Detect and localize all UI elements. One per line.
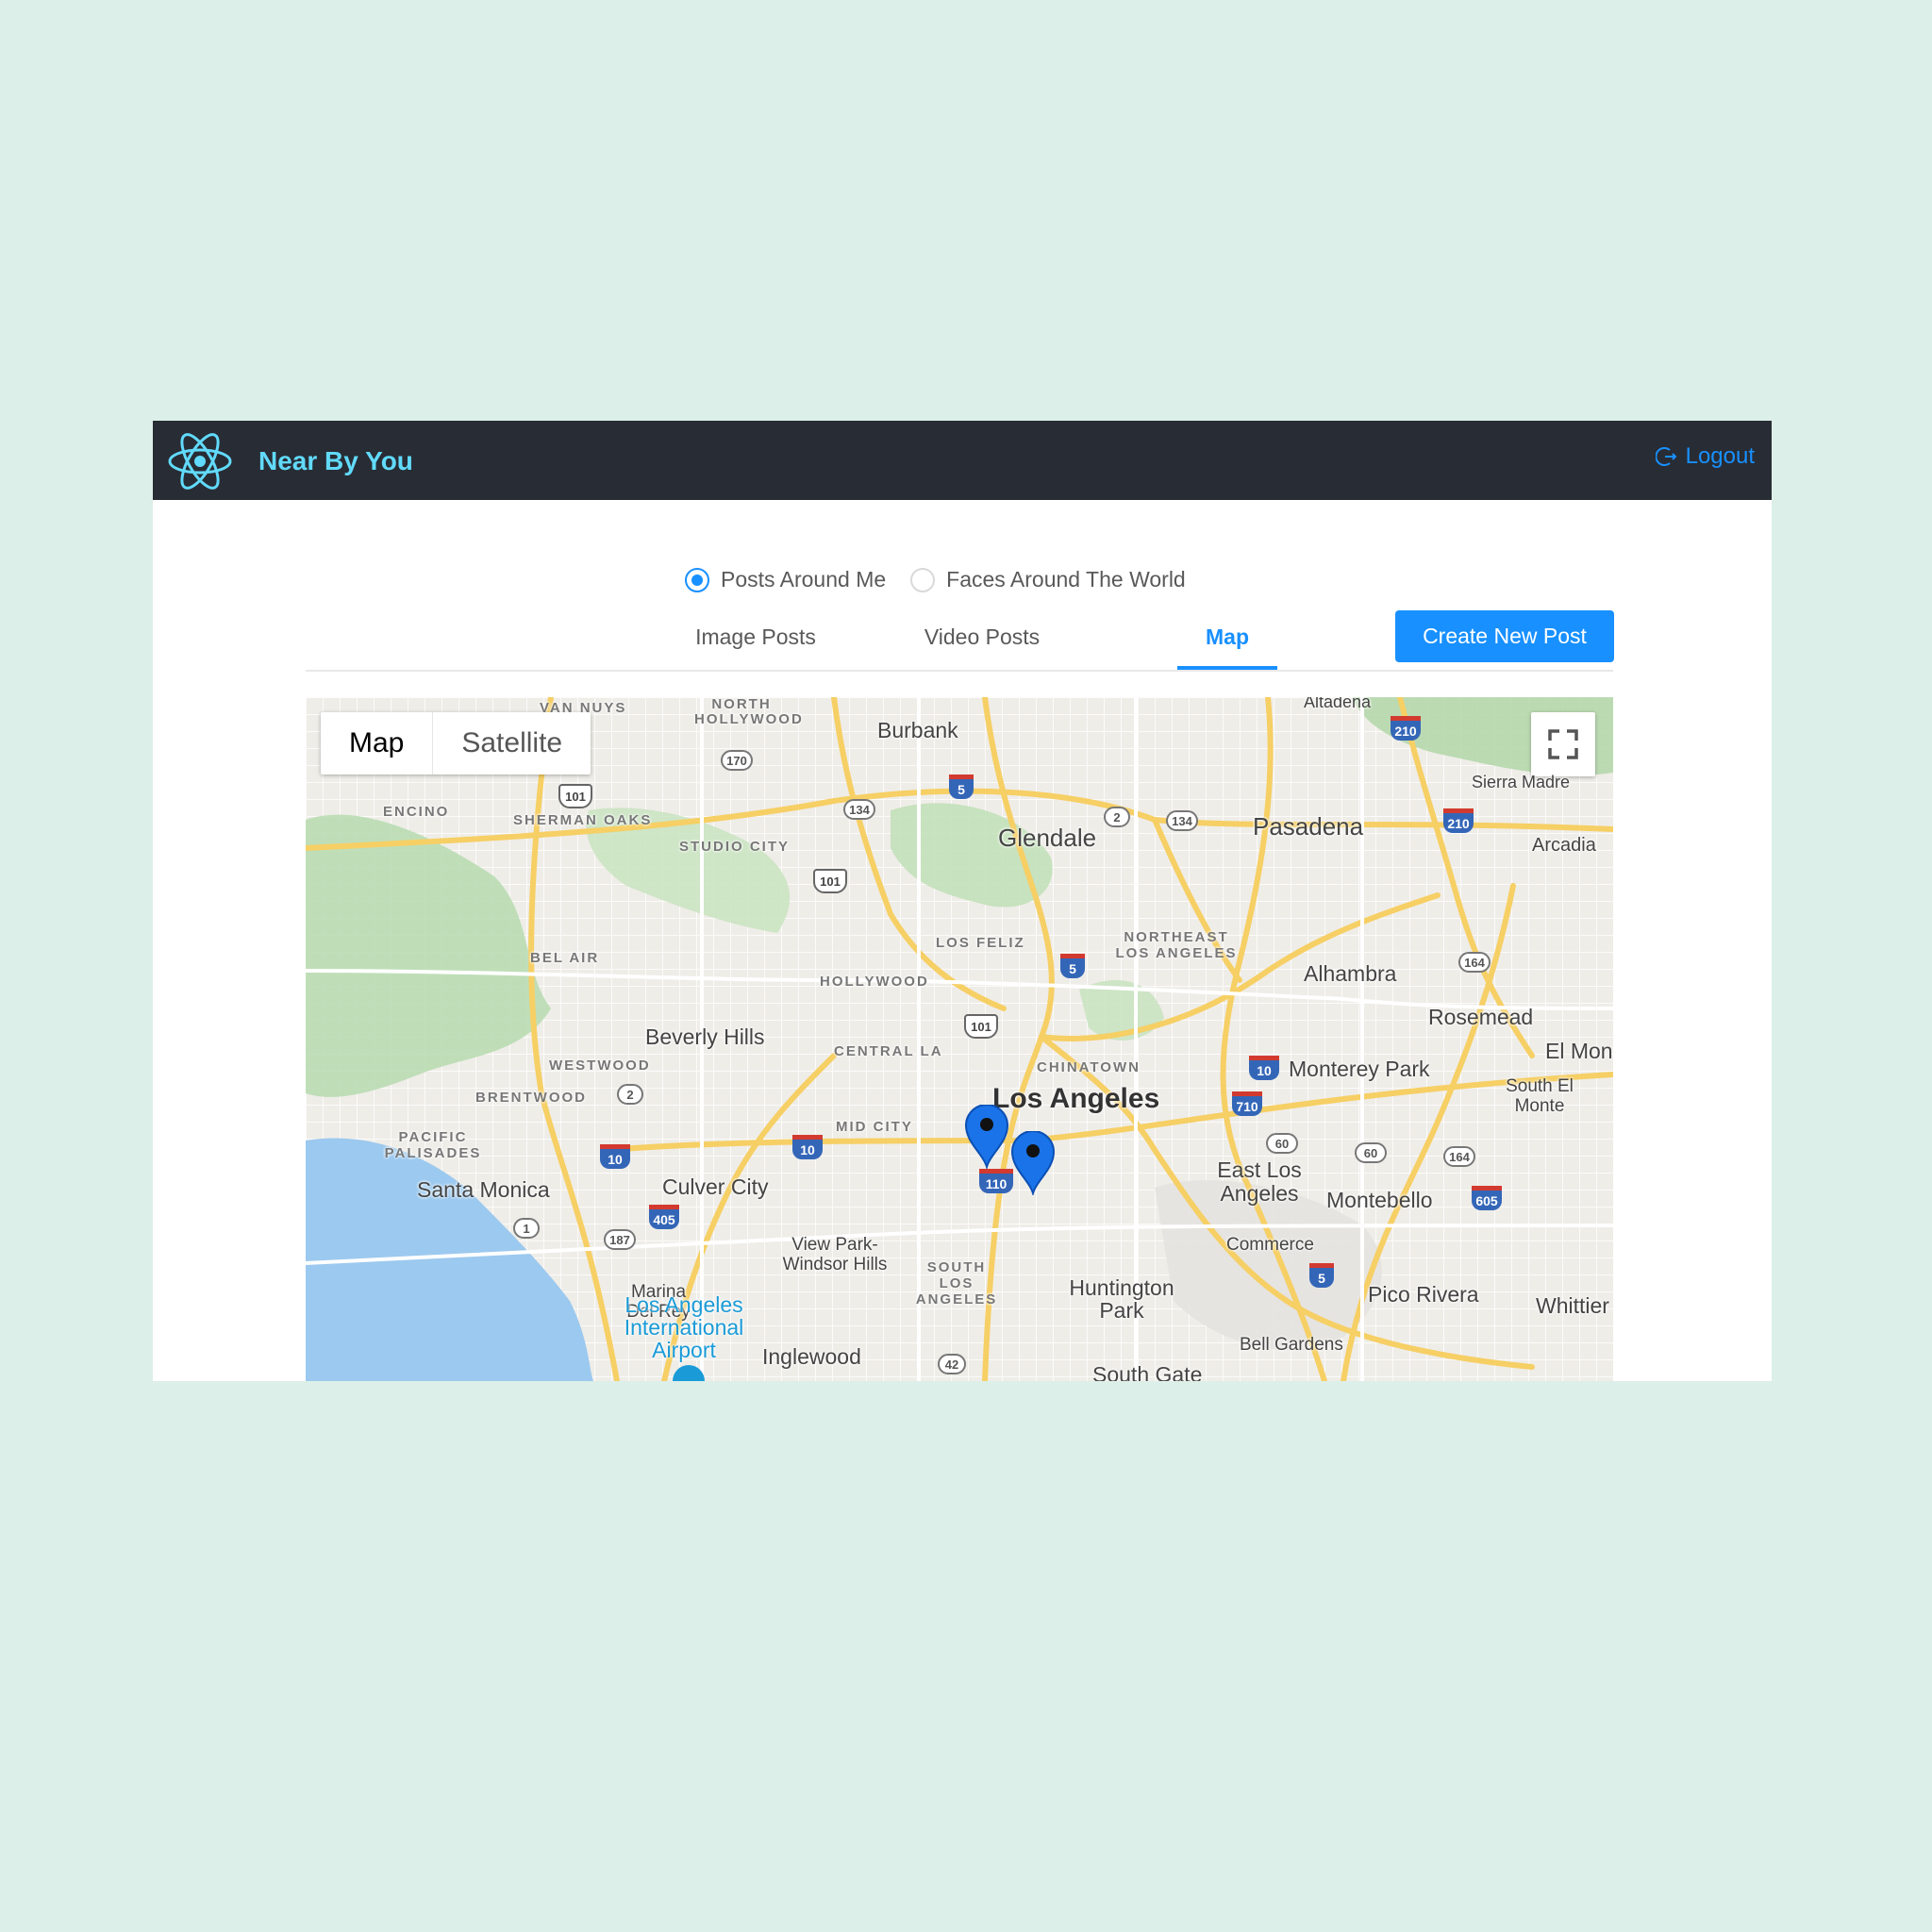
map-label-pacific-palisades: PACIFIC PALISADES bbox=[384, 1129, 482, 1161]
highway-shield-icon: 110 bbox=[979, 1169, 1013, 1193]
map-label-whittier: Whittier bbox=[1536, 1293, 1609, 1318]
map-label-central-la: CENTRAL LA bbox=[834, 1043, 943, 1059]
map-label-view-park: View Park-Windsor Hills bbox=[782, 1235, 888, 1274]
highway-shield-icon: 405 bbox=[649, 1205, 679, 1229]
map-label-van-nuys: VAN NUYS bbox=[540, 700, 627, 716]
map-label-hollywood: HOLLYWOOD bbox=[820, 974, 929, 990]
map-label-studio-city: STUDIO CITY bbox=[679, 839, 791, 855]
map-label-brentwood: BRENTWOOD bbox=[475, 1090, 587, 1106]
map-label-south-gate: South Gate bbox=[1092, 1362, 1203, 1381]
radio-posts-around-me[interactable]: Posts Around Me bbox=[685, 567, 886, 592]
highway-shield-icon: 605 bbox=[1472, 1186, 1502, 1210]
map-label-altadena: Altadena bbox=[1304, 697, 1372, 711]
map-type-map-button[interactable]: Map bbox=[321, 712, 434, 774]
highway-shield-icon: 187 bbox=[604, 1229, 636, 1250]
map-type-control: Map Satellite bbox=[321, 712, 591, 774]
map-label-north-hollywood: NORTH HOLLYWOOD bbox=[694, 697, 804, 727]
map-label-commerce: Commerce bbox=[1226, 1235, 1314, 1255]
create-new-post-button[interactable]: Create New Post bbox=[1395, 610, 1614, 662]
map-label-bel-air: BEL AIR bbox=[530, 950, 600, 966]
highway-shield-icon: 5 bbox=[949, 774, 974, 799]
highway-shield-icon: 164 bbox=[1458, 952, 1491, 973]
map-label-huntington-park: Huntington Park bbox=[1069, 1275, 1174, 1323]
logout-button[interactable]: Logout bbox=[1655, 443, 1755, 470]
map-label-westwood: WESTWOOD bbox=[549, 1058, 651, 1074]
map-label-monterey-park: Monterey Park bbox=[1289, 1057, 1430, 1081]
map-label-pico-rivera: Pico Rivera bbox=[1368, 1282, 1479, 1307]
highway-shield-icon: 10 bbox=[600, 1144, 630, 1169]
app-header: Near By You Logout bbox=[153, 421, 1772, 500]
map-label-el-monte: El Mon bbox=[1545, 1039, 1613, 1063]
highway-shield-icon: 60 bbox=[1355, 1142, 1387, 1163]
highway-shield-icon: 710 bbox=[1232, 1091, 1262, 1116]
map-label-burbank: Burbank bbox=[877, 718, 958, 742]
map-label-encino: ENCINO bbox=[383, 804, 450, 820]
active-tab-indicator bbox=[1177, 666, 1277, 670]
highway-shield-icon: 10 bbox=[1249, 1056, 1279, 1080]
highway-shield-icon: 1 bbox=[513, 1218, 540, 1239]
map-type-satellite-button[interactable]: Satellite bbox=[433, 712, 591, 774]
map-label-east-la: East Los Angeles bbox=[1217, 1158, 1302, 1206]
fullscreen-button[interactable] bbox=[1531, 712, 1595, 776]
map-label-pasadena: Pasadena bbox=[1253, 812, 1364, 841]
map-view[interactable]: Map Satellite VAN NUYS NORTH HOLLYWOOD E… bbox=[306, 697, 1613, 1381]
map-label-south-el-monte: South El Monte bbox=[1506, 1076, 1574, 1116]
radio-label: Faces Around The World bbox=[946, 567, 1186, 591]
highway-shield-icon: 101 bbox=[813, 869, 847, 893]
map-label-south-la: SOUTH LOS ANGELES bbox=[915, 1259, 998, 1307]
highway-shield-icon: 42 bbox=[938, 1354, 966, 1374]
radio-faces-around-the-world[interactable]: Faces Around The World bbox=[910, 567, 1186, 592]
map-label-glendale: Glendale bbox=[998, 824, 1097, 852]
post-scope-radio-group: Posts Around Me Faces Around The World bbox=[685, 567, 1186, 592]
map-label-mid-city: MID CITY bbox=[836, 1119, 913, 1135]
react-atom-icon bbox=[168, 433, 232, 490]
tab-map[interactable]: Map bbox=[1206, 625, 1249, 650]
map-label-los-angeles: Los Angeles bbox=[992, 1083, 1160, 1114]
map-label-northeast-la: NORTHEAST LOS ANGELES bbox=[1115, 929, 1238, 961]
highway-shield-icon: 101 bbox=[964, 1014, 998, 1039]
map-label-alhambra: Alhambra bbox=[1304, 961, 1397, 986]
map-label-rosemead: Rosemead bbox=[1428, 1005, 1534, 1029]
highway-shield-icon: 5 bbox=[1060, 954, 1085, 978]
map-label-los-feliz: LOS FELIZ bbox=[936, 935, 1025, 951]
fullscreen-icon bbox=[1548, 729, 1578, 759]
highway-shield-icon: 101 bbox=[558, 784, 592, 808]
map-label-sierra-madre: Sierra Madre bbox=[1472, 773, 1571, 791]
app-title: Near By You bbox=[258, 446, 413, 475]
map-label-bell-gardens: Bell Gardens bbox=[1240, 1335, 1343, 1355]
map-label-montebello: Montebello bbox=[1326, 1188, 1433, 1212]
map-label-beverly-hills: Beverly Hills bbox=[645, 1024, 765, 1049]
map-label-arcadia: Arcadia bbox=[1532, 835, 1596, 856]
highway-shield-icon: 134 bbox=[843, 799, 875, 820]
map-label-lax: Los Angeles International Airport bbox=[624, 1292, 744, 1362]
logout-label: Logout bbox=[1685, 443, 1755, 469]
map-label-inglewood: Inglewood bbox=[762, 1344, 861, 1369]
radio-unchecked-icon bbox=[910, 567, 936, 592]
highway-shield-icon: 10 bbox=[792, 1135, 823, 1159]
map-label-culver-city: Culver City bbox=[662, 1174, 769, 1199]
radio-checked-icon bbox=[685, 567, 709, 592]
highway-shield-icon: 210 bbox=[1443, 808, 1474, 833]
logout-icon bbox=[1655, 447, 1677, 466]
highway-shield-icon: 210 bbox=[1391, 716, 1421, 741]
highway-shield-icon: 5 bbox=[1309, 1263, 1334, 1288]
highway-shield-icon: 170 bbox=[721, 750, 753, 771]
tab-image-posts[interactable]: Image Posts bbox=[695, 625, 816, 650]
highway-shield-icon: 164 bbox=[1443, 1146, 1475, 1167]
map-label-sherman-oaks: SHERMAN OAKS bbox=[513, 812, 653, 828]
map-pin-icon[interactable] bbox=[964, 1105, 1009, 1169]
highway-shield-icon: 2 bbox=[617, 1084, 643, 1105]
app-window: Near By You Logout Posts Around Me Faces… bbox=[153, 421, 1772, 1381]
tab-video-posts[interactable]: Video Posts bbox=[924, 625, 1040, 650]
map-label-chinatown: CHINATOWN bbox=[1037, 1059, 1141, 1075]
highway-shield-icon: 60 bbox=[1266, 1133, 1298, 1154]
highway-shield-icon: 134 bbox=[1166, 810, 1198, 831]
highway-shield-icon: 2 bbox=[1104, 807, 1130, 827]
radio-label: Posts Around Me bbox=[721, 567, 887, 591]
map-pin-icon[interactable] bbox=[1010, 1131, 1056, 1195]
map-label-santa-monica: Santa Monica bbox=[417, 1177, 550, 1202]
